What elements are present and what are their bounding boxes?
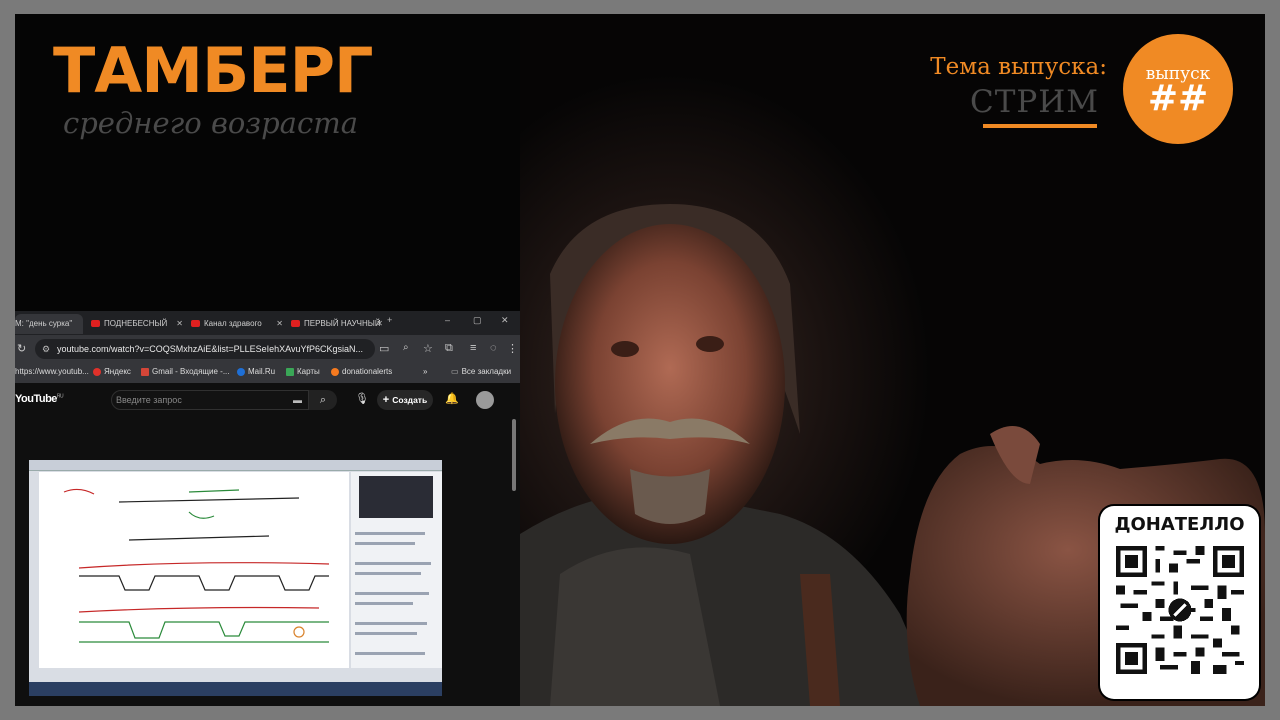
- whiteboard-sidebar: [351, 472, 442, 668]
- menu-icon[interactable]: ⋮: [507, 342, 518, 355]
- bookmark-maps[interactable]: Карты: [286, 367, 320, 376]
- whiteboard-drawing: [63, 488, 330, 643]
- tab-perviy[interactable]: ПЕРВЫЙ НАУЧНЫЙ ✕: [287, 314, 387, 334]
- stream-frame: ТАМБЕРГ среднего возраста Тема выпуска: …: [15, 14, 1265, 706]
- close-icon[interactable]: ✕: [176, 314, 183, 334]
- close-icon[interactable]: ✕: [276, 314, 283, 334]
- tab-label: M: "день сурка": [15, 319, 73, 328]
- presenter-webcam: [359, 476, 433, 518]
- keyboard-icon[interactable]: ▬: [293, 391, 302, 409]
- bookmark-yandex[interactable]: Яндекс: [93, 367, 131, 376]
- bookmark-donationalerts[interactable]: donationalerts: [331, 367, 392, 376]
- youtube-page-body: [15, 417, 520, 706]
- bookmark-mailru[interactable]: Mail.Ru: [237, 367, 275, 376]
- donationalerts-icon: [331, 367, 339, 376]
- gmail-icon: [141, 367, 149, 376]
- url-text: youtube.com/watch?v=COQSMxhzAiE&list=PLL…: [57, 344, 363, 354]
- tab-bar: M: "день сурка" ПОДНЕБЕСНЫЙ ✕ Канал здрав…: [15, 311, 520, 335]
- tab-label: ПЕРВЫЙ НАУЧНЫЙ: [304, 319, 381, 328]
- topic-underline: [983, 124, 1097, 128]
- microphone-icon[interactable]: 🎙: [355, 392, 369, 405]
- youtube-icon: [291, 320, 300, 328]
- notifications-bell-icon[interactable]: 🔔: [445, 392, 459, 405]
- all-bookmarks[interactable]: ▭ Все закладки: [451, 367, 511, 376]
- chat-line: [355, 622, 427, 625]
- topic-label: Тема выпуска:: [930, 54, 1107, 80]
- mailru-icon: [237, 367, 245, 376]
- whiteboard-toolbar: [29, 460, 442, 471]
- site-info-icon[interactable]: ⚙: [42, 339, 50, 359]
- create-button[interactable]: + Создать: [377, 390, 433, 410]
- show-logo-subtitle: среднего возраста: [63, 106, 358, 140]
- bookmarks-bar: https://www.youtub... Яндекс Gmail - Вхо…: [15, 363, 520, 384]
- tab-label: Канал здравого: [204, 319, 262, 328]
- youtube-header: YouTubeRU Введите запрос ▬ ⌕ 🎙 + Создать …: [15, 383, 520, 417]
- tab-kanal[interactable]: Канал здравого ✕: [187, 314, 287, 334]
- bookmark-youtube[interactable]: https://www.youtub...: [15, 367, 89, 376]
- chat-line: [355, 532, 425, 535]
- search-icon[interactable]: ⌕: [309, 390, 337, 410]
- whiteboard-canvas: [39, 472, 349, 668]
- chat-line: [355, 542, 415, 545]
- new-tab-icon[interactable]: +: [387, 315, 392, 325]
- donation-card: ДОНАТЕЛЛО: [1100, 506, 1259, 699]
- plus-icon: +: [382, 394, 390, 406]
- bookmark-gmail[interactable]: Gmail - Входящие -...: [141, 367, 229, 376]
- youtube-logo[interactable]: YouTubeRU: [15, 393, 64, 405]
- episode-badge: выпуск ##: [1123, 34, 1233, 144]
- bookmark-star-icon[interactable]: ☆: [423, 342, 433, 355]
- youtube-region: RU: [56, 393, 64, 400]
- minimize-icon[interactable]: –: [445, 315, 450, 325]
- extensions-icon[interactable]: ⧉: [445, 342, 453, 355]
- yandex-icon: [93, 367, 101, 376]
- donation-title: ДОНАТЕЛЛО: [1114, 514, 1245, 535]
- reload-icon[interactable]: ↻: [17, 342, 26, 355]
- chat-line: [355, 592, 429, 595]
- maximize-icon[interactable]: ▢: [473, 315, 482, 326]
- tab-podnebesny[interactable]: ПОДНЕБЕСНЫЙ ✕: [87, 314, 187, 334]
- tab-mail[interactable]: M: "день сурка": [15, 314, 83, 334]
- zoom-icon[interactable]: ⌕: [403, 342, 409, 353]
- youtube-search-input[interactable]: Введите запрос ▬: [111, 390, 309, 410]
- episode-number: ##: [1147, 78, 1209, 119]
- embedded-video[interactable]: [29, 460, 442, 696]
- address-bar[interactable]: ⚙ youtube.com/watch?v=COQSMxhzAiE&list=P…: [35, 339, 375, 359]
- youtube-icon: [191, 320, 200, 328]
- embedded-taskbar: [29, 682, 442, 696]
- close-window-icon[interactable]: ✕: [501, 315, 509, 326]
- profile-icon[interactable]: ◌: [490, 342, 497, 354]
- more-bookmarks-icon[interactable]: »: [423, 367, 427, 376]
- chat-line: [355, 652, 425, 655]
- chat-line: [355, 632, 417, 635]
- topic-value: СТРИМ: [969, 84, 1099, 120]
- browser-window: M: "день сурка" ПОДНЕБЕСНЫЙ ✕ Канал здрав…: [15, 311, 520, 706]
- cast-icon[interactable]: ▭: [379, 342, 389, 355]
- chat-line: [355, 602, 413, 605]
- scrollbar[interactable]: [512, 419, 516, 491]
- youtube-icon: [91, 320, 100, 328]
- chat-line: [355, 562, 431, 565]
- show-logo-title: ТАМБЕРГ: [53, 34, 374, 107]
- chat-line: [355, 572, 421, 575]
- avatar[interactable]: [476, 391, 494, 409]
- navigation-bar: ↻ ⚙ youtube.com/watch?v=COQSMxhzAiE&list…: [15, 335, 520, 363]
- maps-icon: [286, 367, 294, 376]
- qr-code-icon: [1116, 546, 1244, 674]
- tab-label: ПОДНЕБЕСНЫЙ: [104, 319, 168, 328]
- folder-icon: ▭: [451, 367, 459, 376]
- media-icon[interactable]: ≡: [470, 342, 476, 354]
- close-icon[interactable]: ✕: [376, 314, 383, 334]
